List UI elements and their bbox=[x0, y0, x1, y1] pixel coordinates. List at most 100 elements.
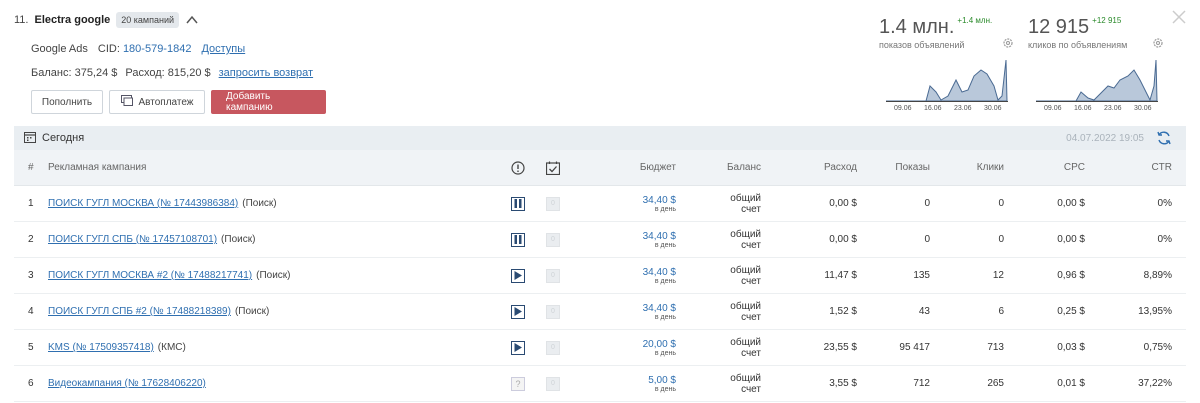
status-cell bbox=[511, 222, 525, 257]
budget-value[interactable]: 34,40 $ bbox=[643, 231, 676, 242]
schedule-checkbox-icon[interactable]: 0 bbox=[546, 340, 560, 355]
row-num: 1 bbox=[28, 198, 34, 209]
budget-cell: 20,00 $ в день bbox=[614, 330, 676, 365]
gear-icon[interactable] bbox=[1002, 37, 1014, 49]
campaign-link[interactable]: KMS (№ 17509357418) bbox=[48, 342, 154, 353]
impressions-cell: 135 bbox=[913, 270, 930, 281]
col-campaign[interactable]: Рекламная кампания bbox=[48, 150, 146, 185]
budget-value[interactable]: 34,40 $ bbox=[643, 303, 676, 314]
impressions-cell: 43 bbox=[918, 306, 930, 317]
col-spend[interactable]: Расход bbox=[814, 150, 857, 185]
account-index: 11. bbox=[14, 14, 29, 26]
play-icon[interactable] bbox=[511, 304, 525, 319]
col-balance[interactable]: Баланс bbox=[714, 150, 761, 185]
status-cell bbox=[511, 330, 525, 365]
schedule-cell: 0 bbox=[546, 294, 560, 329]
campaign-link[interactable]: ПОИСК ГУГЛ МОСКВА #2 (№ 17488217741) bbox=[48, 270, 252, 281]
col-ctr[interactable]: CTR bbox=[1134, 150, 1172, 185]
account-balance: Баланс: 375,24 $ Расход: 815,20 $ запрос… bbox=[31, 67, 313, 79]
campaign-link[interactable]: ПОИСК ГУГЛ МОСКВА (№ 17443986384) bbox=[48, 198, 238, 209]
spend-cell: 11,47 $ bbox=[824, 270, 857, 281]
budget-cell: 34,40 $ в день bbox=[614, 186, 676, 221]
calendar-icon[interactable] bbox=[24, 131, 36, 146]
account-name: Electra google bbox=[34, 14, 111, 26]
spark-tick: 16.06 bbox=[1074, 105, 1092, 112]
add-campaign-button[interactable]: Добавить кампанию bbox=[211, 90, 326, 114]
platform-label: Google Ads bbox=[31, 43, 88, 55]
ctr-cell: 8,89% bbox=[1143, 270, 1172, 281]
close-icon[interactable] bbox=[1172, 10, 1186, 24]
campaign-link[interactable]: Видеокампания (№ 17628406220) bbox=[48, 378, 206, 389]
table-row: 6 Видеокампания (№ 17628406220)? 0 5,00 $ в … bbox=[14, 366, 1186, 402]
spend-cell: 0,00 $ bbox=[829, 234, 857, 245]
play-icon[interactable] bbox=[511, 268, 525, 283]
clicks-caption: кликов по объявлениям bbox=[1028, 40, 1128, 50]
refund-link[interactable]: запросить возврат bbox=[219, 67, 313, 79]
period-label[interactable]: Сегодня bbox=[42, 132, 84, 144]
budget-value[interactable]: 20,00 $ bbox=[643, 339, 676, 350]
col-impressions[interactable]: Показы bbox=[884, 150, 930, 185]
pause-icon[interactable] bbox=[511, 232, 525, 247]
cid-label: CID: bbox=[97, 43, 120, 55]
spend-cell: 3,55 $ bbox=[829, 378, 857, 389]
budget-value[interactable]: 5,00 $ bbox=[648, 375, 676, 386]
budget-period: в день bbox=[654, 205, 676, 213]
schedule-checkbox-icon[interactable]: 0 bbox=[546, 268, 560, 283]
chevron-up-icon[interactable] bbox=[185, 13, 199, 27]
status-cell bbox=[511, 294, 525, 329]
col-cpc[interactable]: CPC bbox=[1044, 150, 1085, 185]
ctr-cell: 0,75% bbox=[1143, 342, 1172, 353]
campaign-type: (Поиск) bbox=[234, 306, 270, 317]
row-num: 3 bbox=[28, 270, 34, 281]
budget-period: в день bbox=[654, 349, 676, 357]
row-num: 2 bbox=[28, 234, 34, 245]
balance-cell: общий счет bbox=[730, 300, 761, 323]
col-clicks[interactable]: Клики bbox=[964, 150, 1004, 185]
cid-value[interactable]: 180-579-1842 bbox=[123, 43, 192, 55]
schedule-checkbox-icon[interactable]: 0 bbox=[546, 376, 560, 391]
refresh-icon[interactable] bbox=[1156, 130, 1172, 146]
topup-button[interactable]: Пополнить bbox=[31, 90, 103, 114]
clicks-cell: 6 bbox=[998, 306, 1004, 317]
table-row: 5 KMS (№ 17509357418) (КМС) 0 20,00 $ в день о… bbox=[14, 330, 1186, 366]
spark-tick: 23.06 bbox=[1104, 105, 1122, 112]
access-link[interactable]: Доступы bbox=[201, 43, 245, 55]
updated-timestamp: 04.07.2022 19:05 bbox=[1066, 132, 1144, 144]
cpc-cell: 0,00 $ bbox=[1057, 198, 1085, 209]
clicks-cell: 12 bbox=[992, 270, 1004, 281]
autopay-button[interactable]: Автоплатеж bbox=[109, 90, 205, 114]
period-bar: Сегодня 04.07.2022 19:05 bbox=[14, 126, 1186, 150]
gear-icon[interactable] bbox=[1152, 37, 1164, 49]
campaign-link[interactable]: ПОИСК ГУГЛ СПБ (№ 17457108701) bbox=[48, 234, 217, 245]
balance-value: 375,24 $ bbox=[74, 67, 118, 79]
schedule-checkbox-icon[interactable]: 0 bbox=[546, 196, 560, 211]
clicks-delta: +12 915 bbox=[1092, 16, 1122, 25]
clicks-spark-ticks: 09.06 16.06 23.06 30.06 bbox=[1044, 105, 1164, 112]
schedule-cell: 0 bbox=[546, 222, 560, 257]
pause-icon[interactable] bbox=[511, 196, 525, 211]
clicks-cell: 0 bbox=[998, 234, 1004, 245]
budget-value[interactable]: 34,40 $ bbox=[643, 195, 676, 206]
impressions-cell: 95 417 bbox=[899, 342, 930, 353]
campaign-link[interactable]: ПОИСК ГУГЛ СПБ #2 (№ 17488218389) bbox=[48, 306, 231, 317]
balance-cell: общий счет bbox=[730, 192, 761, 215]
play-icon[interactable] bbox=[511, 340, 525, 355]
cpc-cell: 0,03 $ bbox=[1057, 342, 1085, 353]
budget-value[interactable]: 34,40 $ bbox=[643, 267, 676, 278]
schedule-checkbox-icon[interactable]: 0 bbox=[546, 304, 560, 319]
campaigns-count-badge: 20 кампаний bbox=[116, 12, 180, 28]
ctr-cell: 0% bbox=[1157, 234, 1172, 245]
ctr-cell: 37,22% bbox=[1138, 378, 1172, 389]
balance-cell: общий счет bbox=[730, 228, 761, 251]
campaign-cell: ПОИСК ГУГЛ СПБ (№ 17457108701) (Поиск) bbox=[48, 222, 255, 257]
balance: Баланс: 375,24 $ bbox=[31, 67, 117, 79]
card-icon bbox=[120, 95, 133, 109]
table-header: # Рекламная кампания Бюджет Баланс Расхо… bbox=[14, 150, 1186, 186]
schedule-checkbox-icon[interactable]: 0 bbox=[546, 232, 560, 247]
budget-cell: 34,40 $ в день bbox=[614, 294, 676, 329]
col-budget[interactable]: Бюджет bbox=[614, 150, 676, 185]
spend-label: Расход: bbox=[125, 67, 165, 79]
campaign-type: (КМС) bbox=[157, 342, 186, 353]
clicks-stat: 12 915 +12 915 кликов по объявлениям bbox=[1028, 16, 1127, 50]
question-icon[interactable]: ? bbox=[511, 376, 525, 391]
